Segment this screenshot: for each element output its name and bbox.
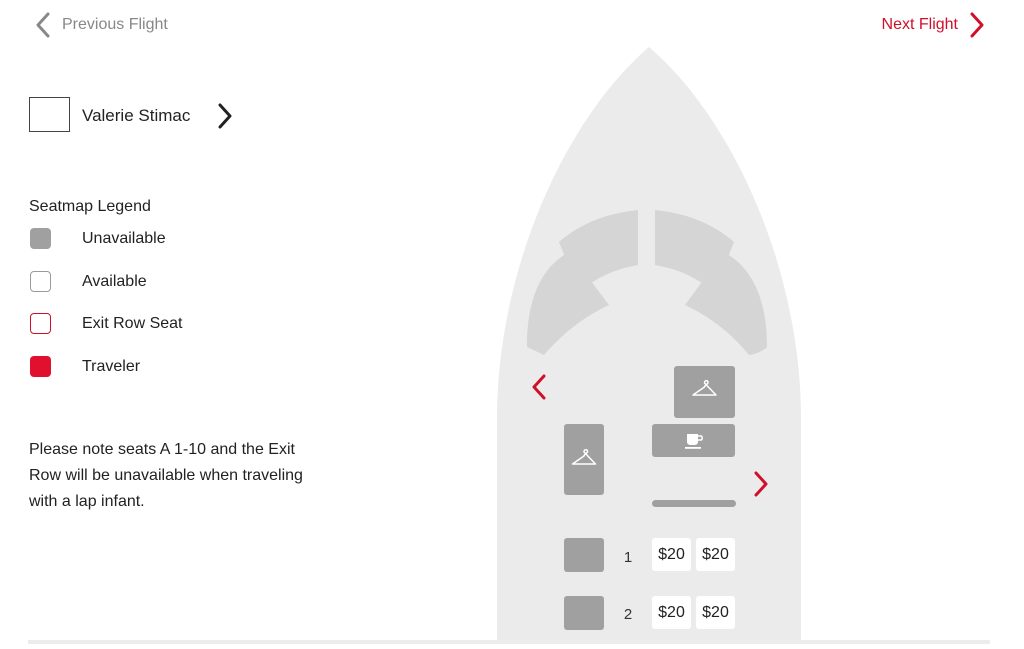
galley-coffee-icon (685, 434, 703, 449)
seat-1-left-unavailable (564, 538, 604, 572)
seatmap-fuselage (497, 47, 801, 644)
bulkhead-divider (652, 500, 736, 507)
previous-flight-label: Previous Flight (62, 16, 168, 33)
chevron-right-icon (970, 12, 984, 38)
next-flight-label: Next Flight (881, 16, 958, 33)
chevron-left-icon (36, 12, 50, 38)
row-number: 1 (623, 549, 633, 566)
seat-1-price-a[interactable]: $20 (652, 538, 691, 571)
closet-left (564, 424, 604, 495)
legend-swatch-traveler (30, 356, 51, 377)
chevron-right-icon (218, 103, 232, 129)
fuselage-shape (497, 47, 801, 644)
lap-infant-note: Please note seats A 1-10 and the Exit Ro… (29, 441, 303, 510)
closet-right (674, 366, 735, 418)
seat-2-price-b[interactable]: $20 (696, 596, 735, 629)
legend-label-exit-row: Exit Row Seat (82, 315, 183, 332)
legend-label-traveler: Traveler (82, 358, 141, 375)
closet-hanger-icon (692, 379, 717, 396)
legend-swatch-unavailable (30, 228, 51, 249)
seat-2-left-unavailable (564, 596, 604, 630)
galley (652, 424, 735, 457)
legend-title: Seatmap Legend (29, 198, 151, 215)
closet-hanger-icon (571, 448, 597, 465)
previous-flight-button[interactable]: Previous Flight (36, 10, 168, 40)
row-number: 2 (623, 606, 633, 623)
next-traveler-button[interactable] (218, 103, 232, 134)
seat-1-price-b[interactable]: $20 (696, 538, 735, 571)
seatmap-scroll-right-button[interactable] (754, 471, 768, 502)
bottom-divider (28, 640, 990, 644)
traveler-checkbox[interactable] (29, 97, 70, 132)
legend-swatch-available (30, 271, 51, 292)
traveler-name[interactable]: Valerie Stimac (82, 106, 190, 126)
seatmap-scroll-left-button[interactable] (532, 374, 546, 405)
chevron-right-icon (754, 471, 768, 497)
legend-label-available: Available (82, 273, 147, 290)
seat-2-price-a[interactable]: $20 (652, 596, 691, 629)
next-flight-button[interactable]: Next Flight (882, 10, 984, 40)
chevron-left-icon (532, 374, 546, 400)
legend-label-unavailable: Unavailable (82, 230, 166, 247)
legend-swatch-exit-row (30, 313, 51, 334)
